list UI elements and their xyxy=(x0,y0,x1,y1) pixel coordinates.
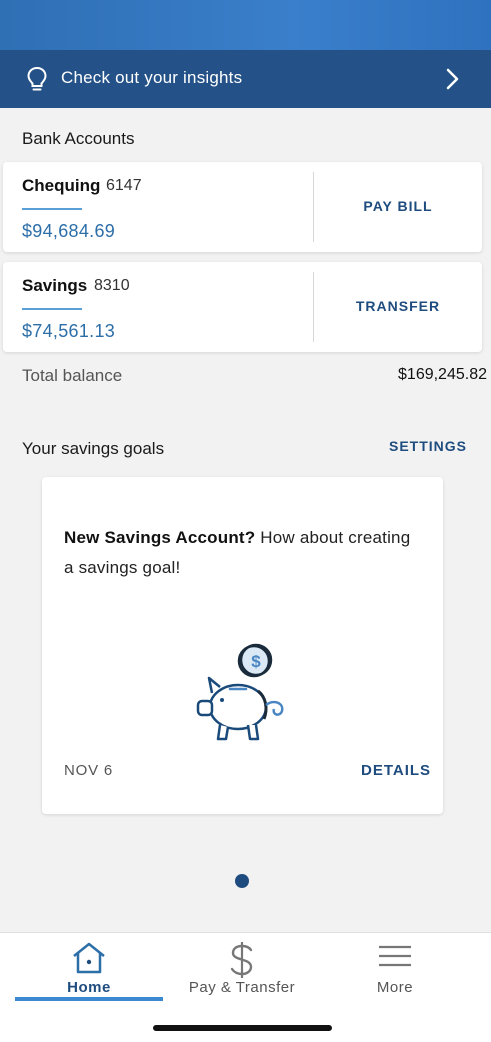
active-tab-indicator xyxy=(15,997,163,1001)
tab-pay-transfer[interactable]: Pay & Transfer xyxy=(160,933,324,1003)
tab-label: More xyxy=(376,979,414,996)
goal-date: NOV 6 xyxy=(64,762,114,779)
account-underline xyxy=(22,308,82,310)
insights-label: Check out your insights xyxy=(61,68,243,87)
tab-home[interactable]: Home xyxy=(7,933,171,1003)
lightbulb-icon xyxy=(27,66,47,91)
account-card-savings[interactable]: Savings 8310 $74,561.13 TRANSFER xyxy=(3,262,482,352)
account-balance: $94,684.69 xyxy=(22,221,116,241)
account-number: 8310 xyxy=(94,277,130,294)
account-balance: $74,561.13 xyxy=(22,321,116,341)
status-bar-area xyxy=(0,0,491,50)
home-indicator[interactable] xyxy=(153,1025,332,1031)
piggy-bank-icon: $ xyxy=(196,643,284,741)
page-indicator-dot[interactable] xyxy=(235,874,249,888)
svg-text:$: $ xyxy=(251,652,261,671)
goal-message: New Savings Account? How about creating … xyxy=(64,523,424,583)
account-name: Savings xyxy=(22,276,88,295)
savings-goals-title: Your savings goals xyxy=(22,439,165,458)
account-card-chequing[interactable]: Chequing 6147 $94,684.69 PAY BILL xyxy=(3,162,482,252)
bank-accounts-title: Bank Accounts xyxy=(22,129,135,148)
account-underline xyxy=(22,208,82,210)
account-number: 6147 xyxy=(106,177,142,194)
pay-bill-button[interactable]: PAY BILL xyxy=(314,198,482,214)
tab-more[interactable]: More xyxy=(313,933,477,1003)
insights-banner[interactable]: Check out your insights xyxy=(0,50,491,108)
transfer-button[interactable]: TRANSFER xyxy=(314,298,482,314)
total-balance-value: $169,245.82 xyxy=(398,366,487,383)
home-icon xyxy=(73,942,105,974)
tab-label: Home xyxy=(67,979,111,996)
goal-headline: New Savings Account? xyxy=(64,528,256,547)
bottom-tab-bar: Home Pay & Transfer More xyxy=(0,932,491,1042)
settings-button[interactable]: SETTINGS xyxy=(389,438,467,454)
savings-goal-card[interactable]: New Savings Account? How about creating … xyxy=(42,477,443,814)
chevron-right-icon xyxy=(446,68,459,90)
menu-icon xyxy=(379,945,411,967)
dollar-icon xyxy=(230,942,253,978)
total-balance-label: Total balance xyxy=(22,366,123,385)
tab-label: Pay & Transfer xyxy=(188,979,296,996)
details-button[interactable]: DETAILS xyxy=(361,762,431,779)
account-name: Chequing xyxy=(22,176,101,195)
